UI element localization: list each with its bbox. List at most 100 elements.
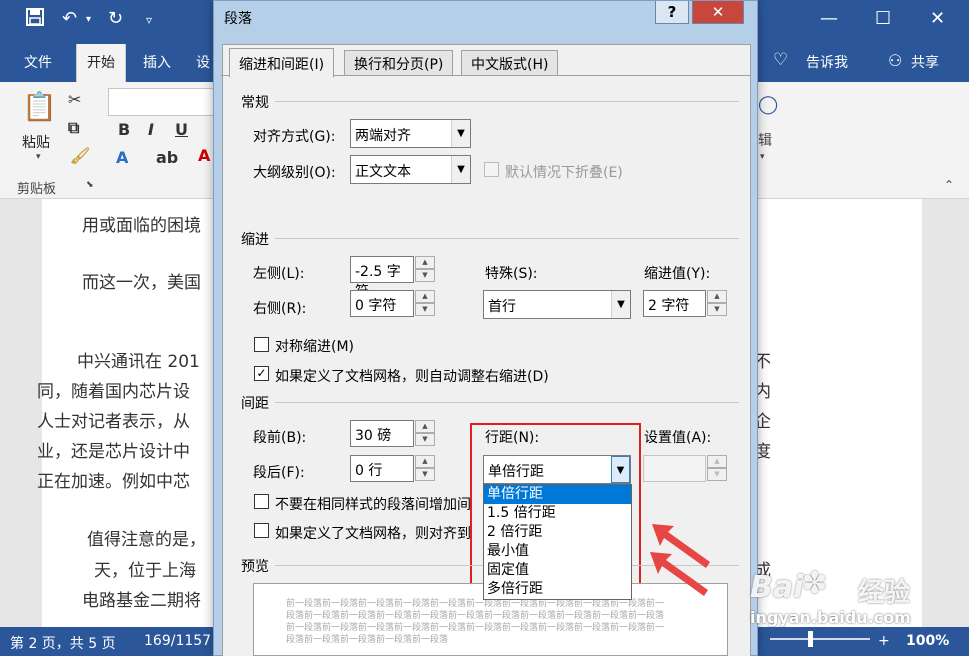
space-after-value: 0 行 <box>355 463 383 479</box>
editing-button[interactable]: 辑 <box>758 130 772 150</box>
doc-line: 值得注意的是， <box>87 530 206 550</box>
undo-icon[interactable]: ↶ <box>62 8 77 29</box>
share-button[interactable]: 共享 <box>911 52 939 72</box>
collapse-default-checkbox[interactable] <box>484 162 499 177</box>
font-name-box[interactable] <box>108 88 218 116</box>
special-indent-select[interactable]: 首行 ▼ <box>483 290 631 319</box>
line-spacing-option[interactable]: 2 倍行距 <box>484 523 631 542</box>
outline-level-value: 正文文本 <box>355 164 411 180</box>
line-spacing-option[interactable]: 最小值 <box>484 542 631 561</box>
space-after-label: 段后(F): <box>253 465 305 481</box>
highlight-icon[interactable]: ab <box>156 148 178 167</box>
spin-down-icon[interactable]: ▼ <box>707 468 727 481</box>
underline-button[interactable]: U <box>175 120 188 139</box>
spin-up-icon[interactable]: ▲ <box>415 420 435 433</box>
tab-home[interactable]: 开始 <box>76 44 126 82</box>
tab-file[interactable]: 文件 <box>24 52 52 72</box>
dialog-launcher-icon[interactable]: ⬊ <box>86 180 94 190</box>
mirror-indents-checkbox[interactable] <box>254 337 269 352</box>
indent-left-input[interactable]: -2.5 字符 ▲▼ <box>350 256 435 300</box>
spin-up-icon[interactable]: ▲ <box>415 455 435 468</box>
format-painter-icon[interactable]: 🖌 <box>70 146 90 165</box>
spin-down-icon[interactable]: ▼ <box>415 468 435 481</box>
snap-to-grid-checkbox[interactable] <box>254 523 269 538</box>
outline-level-select[interactable]: 正文文本 ▼ <box>350 155 471 184</box>
tab-design[interactable]: 设 <box>196 52 210 72</box>
help-icon[interactable]: ? <box>655 1 689 24</box>
spinner[interactable]: ▲ ▼ <box>707 290 727 317</box>
line-spacing-option[interactable]: 多倍行距 <box>484 580 631 599</box>
line-spacing-at-input[interactable]: ▲ ▼ <box>643 455 727 482</box>
tab-indents-spacing[interactable]: 缩进和间距(I) <box>229 48 335 78</box>
italic-button[interactable]: I <box>148 120 154 139</box>
minimize-icon[interactable]: — <box>820 8 838 29</box>
spin-down-icon[interactable]: ▼ <box>415 303 435 316</box>
tell-me-button[interactable]: 告诉我 <box>806 52 848 72</box>
doc-line: 同，随着国内芯片设 <box>37 382 190 402</box>
line-spacing-option[interactable]: 单倍行距 <box>484 485 631 504</box>
font-color-icon[interactable]: A <box>198 146 210 165</box>
redo-icon[interactable]: ↻ <box>108 8 123 29</box>
cut-icon[interactable]: ✂ <box>68 90 81 109</box>
customize-qat-icon[interactable]: ▿ <box>146 13 152 27</box>
indent-by-input[interactable]: 2 字符 ▲ ▼ <box>643 290 727 317</box>
spin-up-icon[interactable]: ▲ <box>707 455 727 468</box>
line-spacing-option[interactable]: 1.5 倍行距 <box>484 504 631 523</box>
dialog-title: 段落 <box>224 11 252 27</box>
bold-button[interactable]: B <box>118 120 130 139</box>
chevron-down-icon[interactable]: ▼ <box>451 156 470 183</box>
paste-icon[interactable]: 📋 <box>22 90 57 123</box>
chevron-down-icon[interactable]: ▼ <box>451 120 470 147</box>
close-icon[interactable]: ✕ <box>692 1 744 24</box>
spin-down-icon[interactable]: ▼ <box>707 303 727 316</box>
doc-line: 正在加速。例如中芯 <box>37 472 190 492</box>
auto-adjust-checkbox[interactable]: ✓ <box>254 366 269 381</box>
page-count[interactable]: 第 2 页，共 5 页 <box>10 633 116 653</box>
general-section-title: 常规 <box>241 95 269 111</box>
zoom-slider-thumb[interactable] <box>808 631 813 647</box>
spinner[interactable]: ▲ ▼ <box>707 455 727 482</box>
collapse-ribbon-icon[interactable]: ⌃ <box>944 178 954 192</box>
spin-down-icon[interactable]: ▼ <box>415 269 435 282</box>
paste-dropdown-icon[interactable]: ▾ <box>36 152 41 162</box>
tab-line-page-breaks[interactable]: 换行和分页(P) <box>344 50 454 75</box>
annotation-arrows <box>650 524 710 596</box>
editing-dropdown-icon[interactable]: ▾ <box>760 152 765 162</box>
spinner[interactable]: ▲ ▼ <box>415 256 435 283</box>
spin-down-icon[interactable]: ▼ <box>415 433 435 446</box>
undo-dropdown-icon[interactable]: ▾ <box>86 14 91 25</box>
zoom-in-icon[interactable]: + <box>878 633 890 649</box>
alignment-select[interactable]: 两端对齐 ▼ <box>350 119 471 148</box>
space-before-label: 段前(B): <box>253 430 307 446</box>
close-window-icon[interactable]: ✕ <box>930 8 945 29</box>
watermark-cn: 经验 <box>858 578 911 608</box>
tab-insert[interactable]: 插入 <box>143 52 171 72</box>
save-icon[interactable] <box>26 8 44 31</box>
baidu-watermark: Bai ✽ 经验 ingyan.baidu.com <box>742 566 969 630</box>
spin-up-icon[interactable]: ▲ <box>415 290 435 303</box>
copy-icon[interactable]: ⧉ <box>68 118 79 138</box>
zoom-level[interactable]: 100% <box>906 633 949 649</box>
chevron-down-icon[interactable]: ▼ <box>611 291 630 318</box>
word-count[interactable]: 169/1157 <box>144 633 211 649</box>
spin-up-icon[interactable]: ▲ <box>707 290 727 303</box>
text-effects-icon[interactable]: A <box>116 148 128 167</box>
doc-line: 中兴通讯在 201 <box>77 352 200 372</box>
spinner[interactable]: ▲ ▼ <box>415 290 435 317</box>
no-space-same-style-checkbox[interactable] <box>254 494 269 509</box>
watermark-brand: Bai <box>750 570 804 605</box>
paste-button[interactable]: 粘贴 <box>22 132 50 152</box>
line-spacing-option[interactable]: 固定值 <box>484 561 631 580</box>
space-after-input[interactable]: 0 行 ▲ ▼ <box>350 455 435 482</box>
spinner[interactable]: ▲ ▼ <box>415 420 435 447</box>
indent-right-input[interactable]: 0 字符 ▲ ▼ <box>350 290 435 317</box>
mirror-indents-label: 对称缩进(M) <box>275 339 355 355</box>
zoom-slider[interactable] <box>770 638 870 640</box>
vertical-scrollbar[interactable] <box>944 199 969 627</box>
tab-asian-typography[interactable]: 中文版式(H) <box>461 50 559 75</box>
spinner[interactable]: ▲ ▼ <box>415 455 435 482</box>
spin-up-icon[interactable]: ▲ <box>415 256 435 269</box>
maximize-icon[interactable]: ☐ <box>875 8 891 29</box>
space-before-input[interactable]: 30 磅 ▲ ▼ <box>350 420 435 447</box>
find-icon[interactable]: ◯ <box>758 94 778 115</box>
